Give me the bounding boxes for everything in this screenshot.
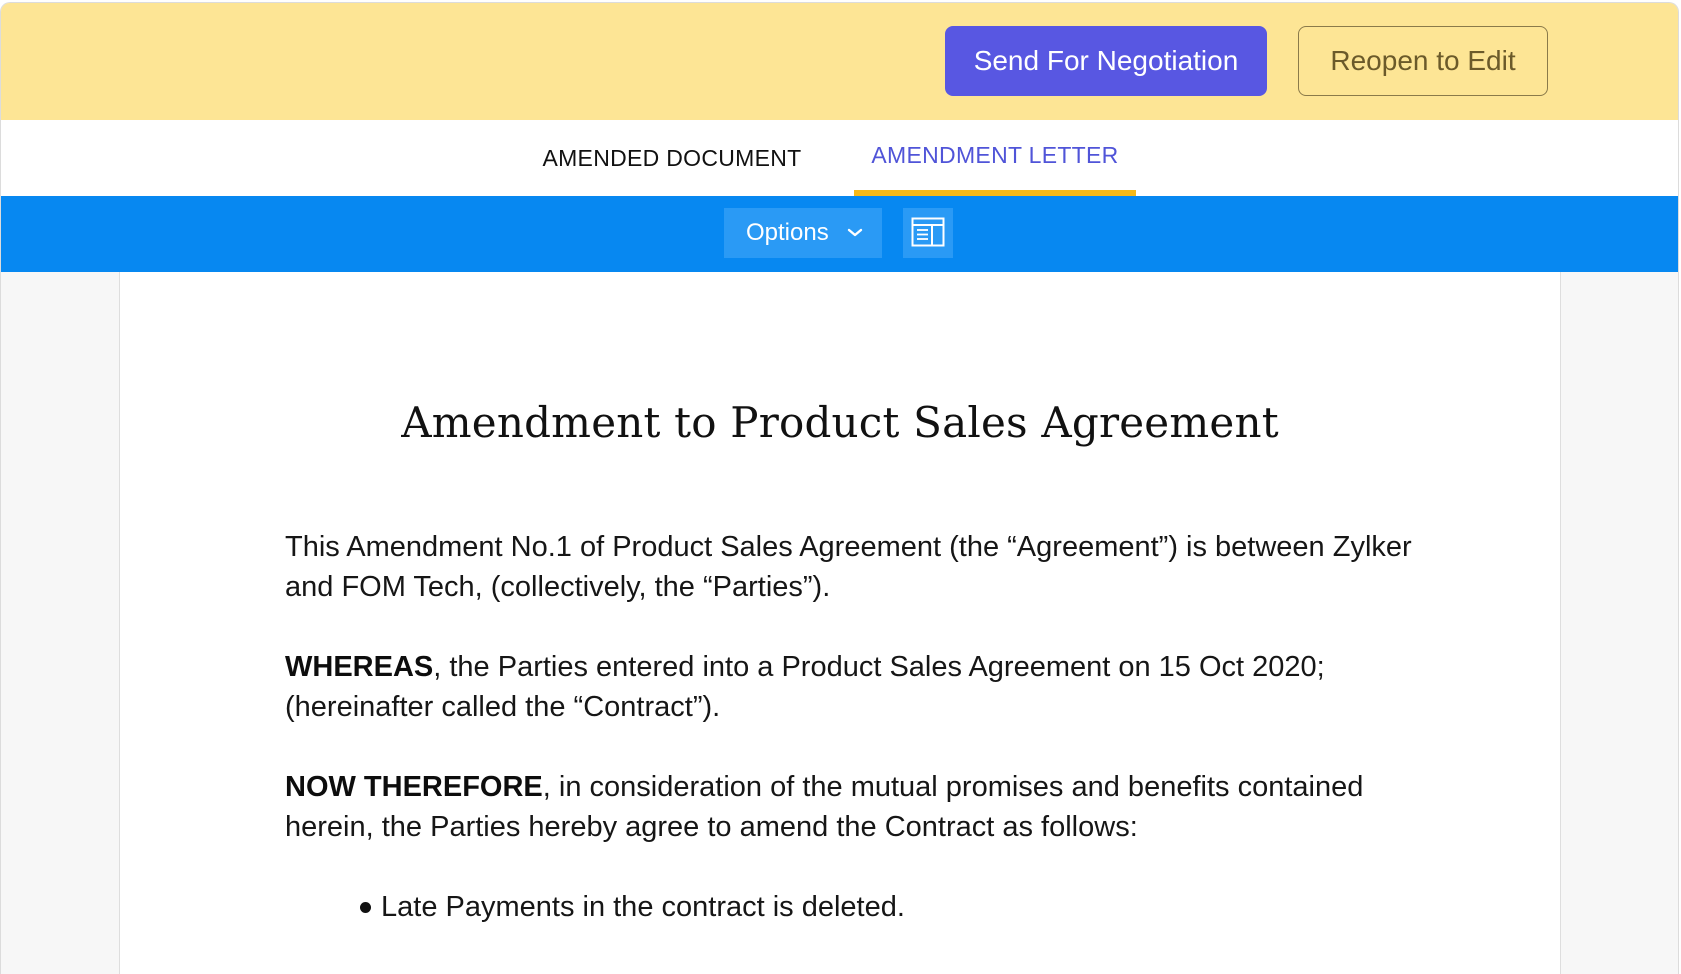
app-window: Send For Negotiation Reopen to Edit AMEN…: [0, 2, 1679, 974]
whereas-text: , the Parties entered into a Product Sal…: [285, 651, 1325, 723]
layout-view-icon: [911, 217, 945, 250]
tab-bar: AMENDED DOCUMENT AMENDMENT LETTER: [1, 120, 1678, 196]
list-item-text: Late Payments in the contract is deleted…: [381, 891, 905, 923]
intro-paragraph: This Amendment No.1 of Product Sales Agr…: [285, 531, 1412, 603]
document-title: Amendment to Product Sales Agreement: [401, 398, 1279, 447]
send-for-negotiation-button[interactable]: Send For Negotiation: [945, 26, 1267, 96]
amendment-list: Late Payments in the contract is deleted…: [360, 887, 905, 927]
whereas-keyword: WHEREAS: [285, 651, 434, 683]
options-dropdown[interactable]: Options: [724, 208, 882, 258]
options-label: Options: [746, 219, 829, 246]
list-item: Late Payments in the contract is deleted…: [360, 887, 905, 927]
app-frame: Send For Negotiation Reopen to Edit AMEN…: [0, 0, 1681, 974]
tab-amended-document[interactable]: AMENDED DOCUMENT: [531, 120, 813, 196]
document-toolbar: Options: [1, 196, 1678, 272]
layout-view-button[interactable]: [903, 208, 953, 258]
now-therefore-keyword: NOW THEREFORE: [285, 771, 543, 803]
tab-amendment-letter[interactable]: AMENDMENT LETTER: [854, 120, 1136, 196]
chevron-down-icon: [847, 228, 863, 238]
document-page: Amendment to Product Sales Agreement Thi…: [119, 272, 1561, 974]
bullet-icon: [360, 901, 371, 913]
reopen-to-edit-button[interactable]: Reopen to Edit: [1298, 26, 1548, 96]
document-canvas[interactable]: Amendment to Product Sales Agreement Thi…: [1, 272, 1678, 974]
action-bar: Send For Negotiation Reopen to Edit: [1, 3, 1678, 120]
now-therefore-paragraph: NOW THEREFORE, in consideration of the m…: [285, 767, 1415, 847]
whereas-paragraph: WHEREAS, the Parties entered into a Prod…: [285, 647, 1415, 727]
